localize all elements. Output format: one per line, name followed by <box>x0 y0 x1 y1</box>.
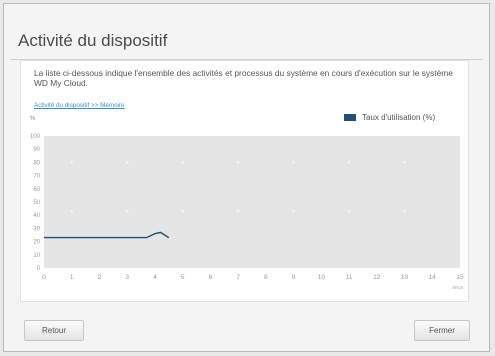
plot-marker-dot <box>181 161 184 164</box>
x-tick-label: 9 <box>292 274 296 281</box>
x-tick-label: 2 <box>98 274 102 281</box>
plot-marker-dot <box>403 209 406 213</box>
x-tick-label: 4 <box>153 274 157 281</box>
y-axis-ticks: 0 10 20 30 40 50 60 70 80 90 100 <box>30 134 41 272</box>
x-tick-label: 5 <box>181 274 185 281</box>
x-tick-label: 0 <box>42 274 46 281</box>
y-tick-label: 100 <box>30 134 41 140</box>
x-axis-ticks: 0 1 2 3 4 5 6 7 8 9 10 11 12 13 14 15 <box>42 274 464 281</box>
y-tick-label: 70 <box>33 174 40 180</box>
x-tick-label: 6 <box>209 274 213 281</box>
y-tick-label: 0 <box>37 266 41 272</box>
plot-marker-dot <box>403 161 406 164</box>
x-tick-label: 14 <box>429 274 437 281</box>
close-button[interactable]: Fermer <box>414 320 470 341</box>
y-tick-label: 10 <box>33 253 40 259</box>
plot-marker-dot <box>181 209 184 213</box>
plot-marker-dot <box>70 161 74 164</box>
x-tick-label: 12 <box>373 274 381 281</box>
back-button[interactable]: Retour <box>24 320 84 341</box>
x-tick-label: 15 <box>456 274 464 281</box>
x-tick-label: 13 <box>401 274 409 281</box>
plot-marker-dot <box>125 161 129 164</box>
y-tick-label: 30 <box>33 226 40 232</box>
x-tick-label: 1 <box>70 274 74 281</box>
y-tick-label: 40 <box>33 213 40 219</box>
y-tick-label: 80 <box>33 160 40 166</box>
plot-marker-dot <box>236 209 240 213</box>
y-tick-label: 50 <box>33 200 40 206</box>
plot-marker-dot <box>347 209 351 213</box>
plot-marker-dot <box>292 161 295 164</box>
plot-marker-dot <box>70 209 74 213</box>
plot-marker-dot <box>292 209 295 213</box>
plot-area <box>44 136 460 268</box>
y-tick-label: 90 <box>33 147 40 153</box>
plot-marker-dot <box>347 161 351 164</box>
plot-marker-dot <box>125 209 129 213</box>
x-tick-label: 8 <box>264 274 268 281</box>
x-tick-label: 11 <box>346 274 353 281</box>
x-tick-label: 7 <box>236 274 240 281</box>
x-tick-label: 3 <box>125 274 129 281</box>
y-tick-label: 20 <box>33 240 40 246</box>
y-tick-label: 60 <box>33 187 40 193</box>
x-axis-unit-label: secs <box>452 285 464 291</box>
x-tick-label: 10 <box>318 274 326 281</box>
plot-marker-dot <box>236 161 240 164</box>
usage-chart: 0102030405060708090100 0 1 2 3 4 5 6 7 8 9 10 11 12 1… <box>30 134 464 291</box>
